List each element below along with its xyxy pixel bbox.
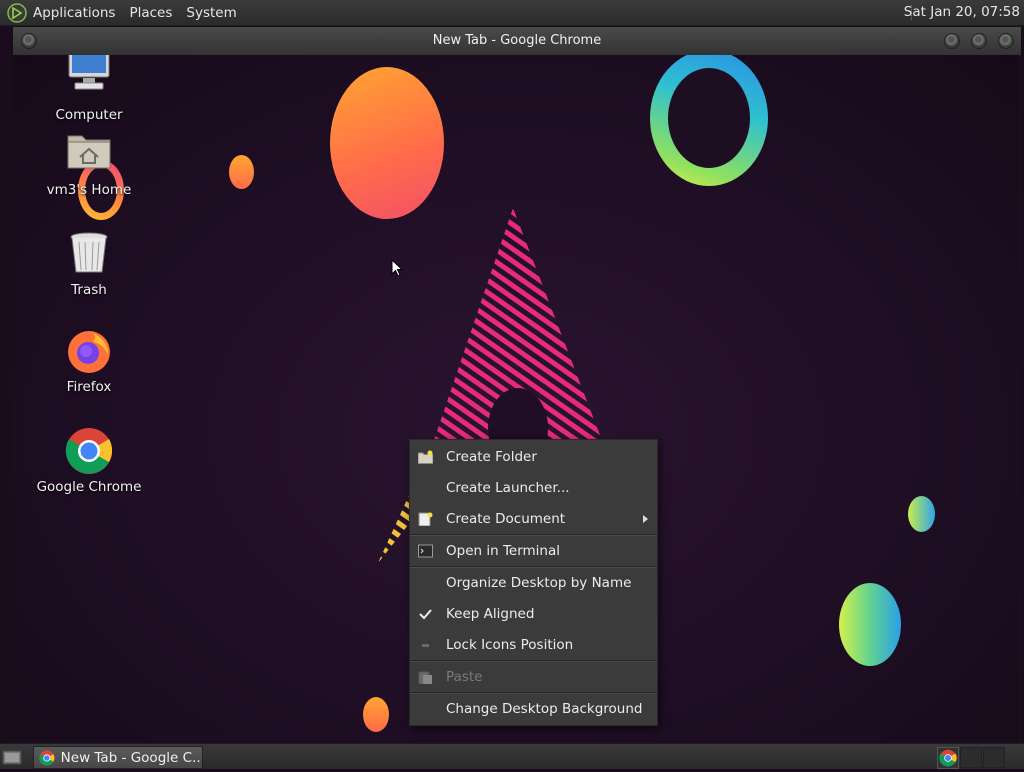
close-button[interactable] <box>998 33 1014 49</box>
menu-item-label: Organize Desktop by Name <box>446 575 632 591</box>
desktop-icon-label: Google Chrome <box>36 479 142 495</box>
menu-item-label: Create Folder <box>446 449 537 465</box>
taskbar-button-label: New Tab - Google C... <box>60 749 202 766</box>
folder-new-icon <box>418 450 433 464</box>
desktop-icon-label: vm3's Home <box>46 182 132 198</box>
chrome-icon <box>39 749 55 766</box>
system-menu[interactable]: System <box>186 5 236 21</box>
applications-menu[interactable]: Applications <box>33 5 115 21</box>
chrome-icon <box>65 427 113 475</box>
taskbar-button-chrome[interactable]: New Tab - Google C... <box>33 746 203 769</box>
green-blue-oval-decoration <box>839 583 901 666</box>
menu-item-lock-icons-position[interactable]: Lock Icons Position <box>410 630 657 660</box>
desktop-icon-home[interactable]: vm3's Home <box>19 130 159 198</box>
menu-item-create-folder[interactable]: Create Folder <box>410 442 657 472</box>
menu-item-organize-desktop-by-name[interactable]: Organize Desktop by Name <box>410 568 657 598</box>
bottom-orange-dot-decoration <box>363 697 389 732</box>
top-panel: Applications Places System Sat Jan 20, 0… <box>0 0 1024 26</box>
window-title: New Tab - Google Chrome <box>432 33 602 48</box>
menu-item-open-in-terminal[interactable]: Open in Terminal <box>410 536 657 566</box>
desktop-icon-label: Trash <box>71 282 107 298</box>
home-folder-icon <box>65 130 113 178</box>
menu-item-create-launcher[interactable]: Create Launcher... <box>410 473 657 503</box>
workspace-3[interactable] <box>983 747 1005 768</box>
paste-icon <box>418 671 432 684</box>
menu-item-keep-aligned[interactable]: Keep Aligned <box>410 599 657 629</box>
firefox-icon <box>65 327 113 375</box>
menu-item-label: Open in Terminal <box>446 543 560 559</box>
workspace-2[interactable] <box>960 747 982 768</box>
menu-item-label: Lock Icons Position <box>446 637 574 653</box>
orange-oval-decoration <box>330 67 444 219</box>
menu-item-change-desktop-background[interactable]: Change Desktop Background <box>410 694 657 724</box>
show-desktop-icon[interactable] <box>2 748 22 765</box>
rainbow-ring-decoration <box>650 55 768 186</box>
menu-item-label: Paste <box>446 669 483 685</box>
desktop-icon-trash[interactable]: Trash <box>19 230 159 298</box>
desktop-context-menu: Create Folder Create Launcher... Create … <box>409 439 658 726</box>
document-new-icon <box>418 512 433 526</box>
submenu-arrow-icon <box>643 515 648 523</box>
desktop-icon-label: Computer <box>55 107 123 123</box>
clock[interactable]: Sat Jan 20, 07:58 <box>904 0 1020 25</box>
desktop-icon-computer[interactable]: Computer <box>19 55 159 123</box>
mate-logo-icon[interactable] <box>7 2 27 23</box>
menu-item-label: Keep Aligned <box>446 606 535 622</box>
computer-icon <box>65 55 113 103</box>
chrome-icon <box>939 749 957 767</box>
green-blue-dot-decoration <box>908 496 935 532</box>
trash-icon <box>65 230 113 278</box>
bottom-panel: New Tab - Google C... <box>0 743 1024 769</box>
places-menu[interactable]: Places <box>129 5 172 21</box>
small-orange-dot-decoration <box>229 155 254 189</box>
desktop-icon-label: Firefox <box>66 379 112 395</box>
unchecked-box-icon <box>422 644 429 647</box>
maximize-button[interactable] <box>971 33 987 49</box>
menu-item-create-document[interactable]: Create Document <box>410 504 657 534</box>
menu-item-label: Create Launcher... <box>446 480 570 496</box>
minimize-button[interactable] <box>944 33 960 49</box>
mouse-cursor-icon <box>391 259 403 277</box>
menu-item-label: Create Document <box>446 511 566 527</box>
window-titlebar[interactable]: New Tab - Google Chrome <box>13 27 1021 56</box>
menu-item-label: Change Desktop Background <box>446 701 643 717</box>
workspace-chrome-thumbnail[interactable] <box>937 747 959 769</box>
checkmark-icon <box>419 609 432 620</box>
menu-item-paste: Paste <box>410 662 657 692</box>
terminal-icon <box>418 544 433 558</box>
desktop-icon-google-chrome[interactable]: Google Chrome <box>19 427 159 495</box>
desktop-icon-firefox[interactable]: Firefox <box>19 327 159 395</box>
